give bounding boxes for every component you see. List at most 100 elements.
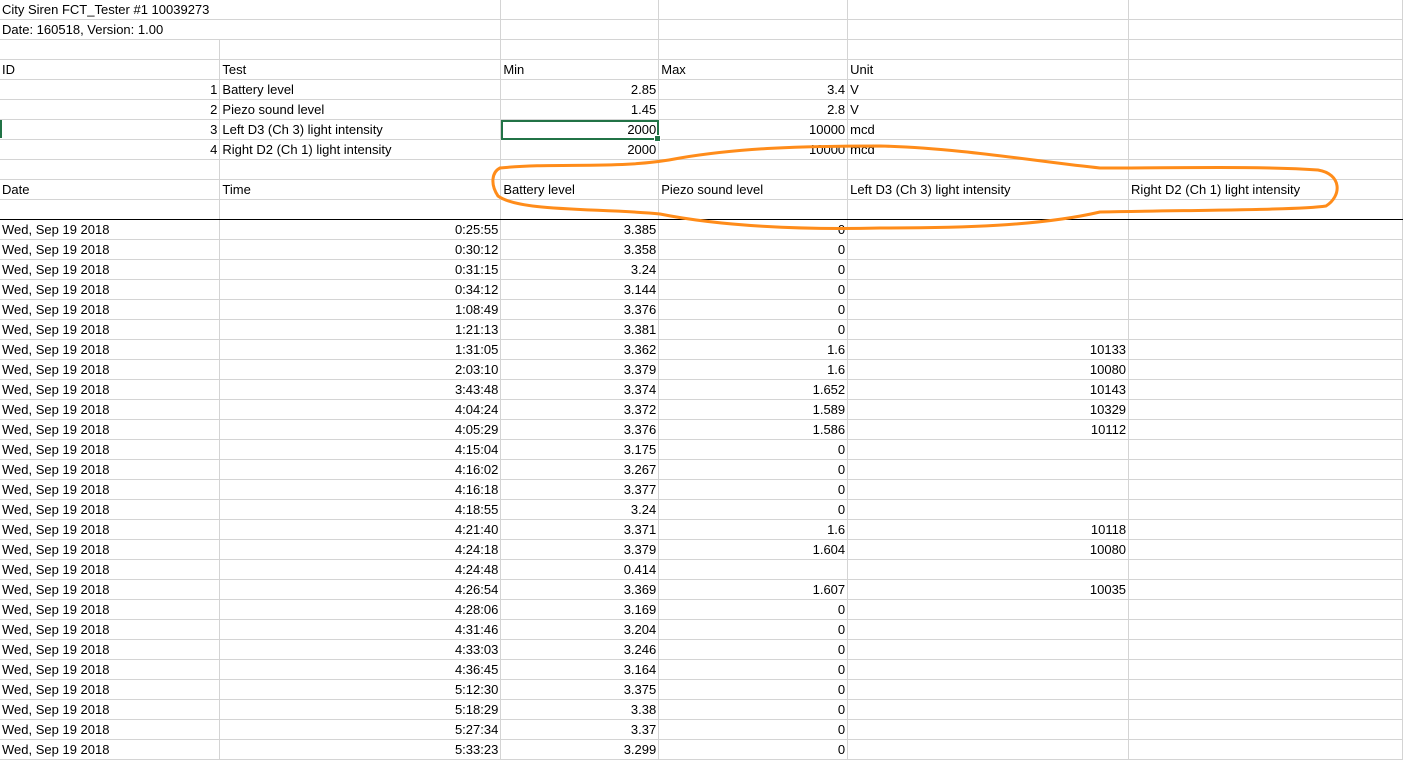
log-battery[interactable]: 3.362: [500, 339, 660, 360]
log-right[interactable]: [1128, 579, 1403, 600]
log-piezo[interactable]: 1.589: [658, 399, 849, 420]
log-battery[interactable]: 3.246: [500, 639, 660, 660]
log-date[interactable]: Wed, Sep 19 2018: [0, 599, 221, 620]
log-right[interactable]: [1128, 219, 1403, 240]
log-piezo[interactable]: 0: [658, 659, 849, 680]
log-date[interactable]: Wed, Sep 19 2018: [0, 399, 221, 420]
log-right[interactable]: [1128, 479, 1403, 500]
log-battery[interactable]: 3.377: [500, 479, 660, 500]
log-right[interactable]: [1128, 599, 1403, 620]
log-piezo[interactable]: 0: [658, 299, 849, 320]
log-piezo[interactable]: 1.6: [658, 359, 849, 380]
log-battery[interactable]: 3.379: [500, 359, 660, 380]
log-left[interactable]: 10080: [847, 359, 1130, 380]
empty-cell[interactable]: [1128, 139, 1403, 160]
log-time[interactable]: 4:24:18: [219, 539, 502, 560]
log-piezo[interactable]: 0: [658, 739, 849, 760]
log-time[interactable]: 5:18:29: [219, 699, 502, 720]
log-date[interactable]: Wed, Sep 19 2018: [0, 579, 221, 600]
log-left[interactable]: [847, 559, 1130, 580]
limit-unit[interactable]: V: [847, 99, 1130, 120]
log-battery[interactable]: 3.169: [500, 599, 660, 620]
log-date[interactable]: Wed, Sep 19 2018: [0, 219, 221, 240]
log-battery[interactable]: 3.376: [500, 299, 660, 320]
log-time[interactable]: 4:18:55: [219, 499, 502, 520]
log-left[interactable]: [847, 279, 1130, 300]
log-left[interactable]: 10080: [847, 539, 1130, 560]
log-date[interactable]: Wed, Sep 19 2018: [0, 379, 221, 400]
log-right[interactable]: [1128, 659, 1403, 680]
log-left[interactable]: [847, 479, 1130, 500]
log-date[interactable]: Wed, Sep 19 2018: [0, 439, 221, 460]
log-piezo[interactable]: 1.6: [658, 339, 849, 360]
log-left[interactable]: [847, 659, 1130, 680]
log-date[interactable]: Wed, Sep 19 2018: [0, 459, 221, 480]
log-battery[interactable]: 0.414: [500, 559, 660, 580]
log-right[interactable]: [1128, 339, 1403, 360]
log-piezo[interactable]: 0: [658, 619, 849, 640]
empty-cell[interactable]: [1128, 119, 1403, 140]
limit-test[interactable]: Left D3 (Ch 3) light intensity: [219, 119, 502, 140]
limits-header-min[interactable]: Min: [500, 59, 660, 80]
log-time[interactable]: 4:05:29: [219, 419, 502, 440]
log-time[interactable]: 0:25:55: [219, 219, 502, 240]
log-time[interactable]: 5:33:23: [219, 739, 502, 760]
log-date[interactable]: Wed, Sep 19 2018: [0, 539, 221, 560]
log-header-right[interactable]: Right D2 (Ch 1) light intensity: [1128, 179, 1403, 200]
log-right[interactable]: [1128, 739, 1403, 760]
log-right[interactable]: [1128, 519, 1403, 540]
log-time[interactable]: 0:31:15: [219, 259, 502, 280]
empty-cell[interactable]: [1128, 79, 1403, 100]
log-left[interactable]: 10329: [847, 399, 1130, 420]
log-date[interactable]: Wed, Sep 19 2018: [0, 299, 221, 320]
log-battery[interactable]: 3.144: [500, 279, 660, 300]
sheet-subtitle[interactable]: Date: 160518, Version: 1.00: [0, 19, 502, 40]
log-piezo[interactable]: [658, 559, 849, 580]
log-battery[interactable]: 3.24: [500, 259, 660, 280]
log-piezo[interactable]: 0: [658, 459, 849, 480]
spreadsheet-grid[interactable]: City Siren FCT_Tester #1 10039273 Date: …: [0, 0, 1403, 760]
log-piezo[interactable]: 1.652: [658, 379, 849, 400]
log-date[interactable]: Wed, Sep 19 2018: [0, 479, 221, 500]
log-time[interactable]: 4:15:04: [219, 439, 502, 460]
log-date[interactable]: Wed, Sep 19 2018: [0, 499, 221, 520]
log-date[interactable]: Wed, Sep 19 2018: [0, 699, 221, 720]
log-right[interactable]: [1128, 359, 1403, 380]
log-piezo[interactable]: 0: [658, 279, 849, 300]
log-battery[interactable]: 3.369: [500, 579, 660, 600]
log-date[interactable]: Wed, Sep 19 2018: [0, 239, 221, 260]
limit-max[interactable]: 10000: [658, 139, 849, 160]
log-piezo[interactable]: 0: [658, 259, 849, 280]
limit-id[interactable]: 4: [0, 139, 221, 160]
log-time[interactable]: 1:08:49: [219, 299, 502, 320]
log-date[interactable]: Wed, Sep 19 2018: [0, 739, 221, 760]
log-left[interactable]: 10035: [847, 579, 1130, 600]
limit-max[interactable]: 10000: [658, 119, 849, 140]
log-battery[interactable]: 3.376: [500, 419, 660, 440]
log-time[interactable]: 4:31:46: [219, 619, 502, 640]
log-date[interactable]: Wed, Sep 19 2018: [0, 419, 221, 440]
log-header-battery[interactable]: Battery level: [500, 179, 660, 200]
log-time[interactable]: 4:36:45: [219, 659, 502, 680]
limits-header-unit[interactable]: Unit: [847, 59, 1130, 80]
log-time[interactable]: 1:21:13: [219, 319, 502, 340]
log-battery[interactable]: 3.385: [500, 219, 660, 240]
log-piezo[interactable]: 1.586: [658, 419, 849, 440]
log-left[interactable]: [847, 259, 1130, 280]
log-time[interactable]: 1:31:05: [219, 339, 502, 360]
limit-min[interactable]: 1.45: [500, 99, 660, 120]
log-date[interactable]: Wed, Sep 19 2018: [0, 279, 221, 300]
log-piezo[interactable]: 0: [658, 239, 849, 260]
log-right[interactable]: [1128, 259, 1403, 280]
log-right[interactable]: [1128, 719, 1403, 740]
limits-header-max[interactable]: Max: [658, 59, 849, 80]
log-left[interactable]: [847, 679, 1130, 700]
log-left[interactable]: [847, 299, 1130, 320]
log-battery[interactable]: 3.204: [500, 619, 660, 640]
log-time[interactable]: 4:28:06: [219, 599, 502, 620]
log-right[interactable]: [1128, 399, 1403, 420]
log-time[interactable]: 4:04:24: [219, 399, 502, 420]
log-right[interactable]: [1128, 239, 1403, 260]
limit-unit[interactable]: mcd: [847, 139, 1130, 160]
log-left[interactable]: [847, 719, 1130, 740]
